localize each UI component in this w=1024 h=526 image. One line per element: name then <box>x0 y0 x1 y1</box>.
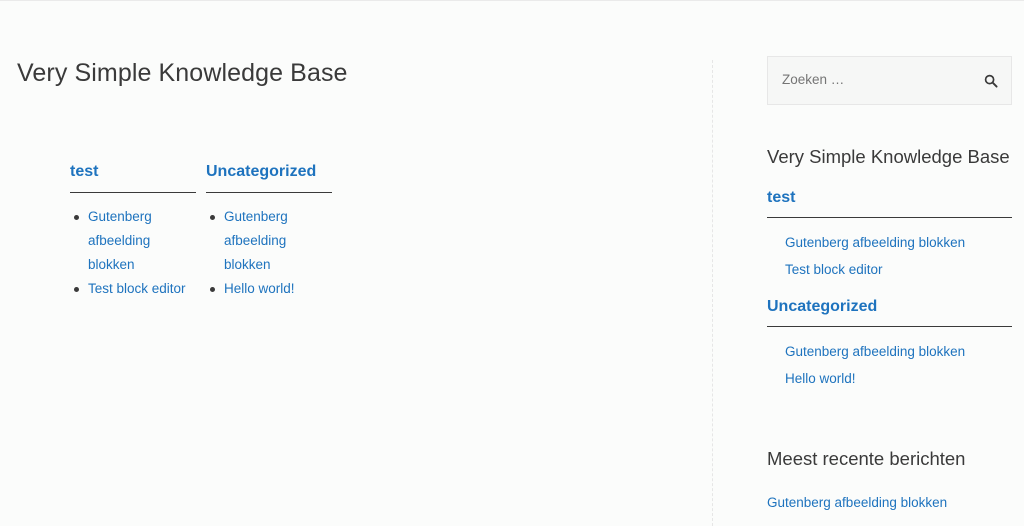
search-input[interactable] <box>782 72 972 87</box>
kb-category-title-link[interactable]: test <box>70 160 196 193</box>
main-content: Very Simple Knowledge Base test Gutenber… <box>0 0 712 526</box>
sidebar-category-title-link[interactable]: test <box>767 187 1012 218</box>
recent-post-link[interactable]: Gutenberg afbeelding blokken <box>767 495 947 510</box>
sidebar-category-title-link[interactable]: Uncategorized <box>767 296 1012 327</box>
post-link[interactable]: Test block editor <box>785 262 883 277</box>
page-title: Very Simple Knowledge Base <box>17 59 348 87</box>
search-icon[interactable] <box>984 74 998 88</box>
post-link[interactable]: Gutenberg afbeelding blokken <box>88 209 152 272</box>
sidebar-category-test: test Gutenberg afbeelding blokken Test b… <box>767 187 1012 283</box>
bullet-icon <box>210 287 215 292</box>
post-link[interactable]: Test block editor <box>88 281 186 296</box>
list-item: Gutenberg afbeelding blokken <box>70 205 196 277</box>
list-item: Gutenberg afbeelding blokken <box>767 229 1012 256</box>
sidebar: Very Simple Knowledge Base test Gutenber… <box>767 0 1012 526</box>
post-link[interactable]: Hello world! <box>785 371 856 386</box>
post-link[interactable]: Gutenberg afbeelding blokken <box>785 344 965 359</box>
list-item: Test block editor <box>767 256 1012 283</box>
kb-category-title-link[interactable]: Uncategorized <box>206 160 332 193</box>
sidebar-post-list: Gutenberg afbeelding blokken Hello world… <box>767 338 1012 392</box>
kb-widget-title: Very Simple Knowledge Base <box>767 146 1010 167</box>
kb-category-uncategorized: Uncategorized Gutenberg afbeelding blokk… <box>206 160 332 301</box>
recent-posts-title: Meest recente berichten <box>767 448 966 469</box>
search-form <box>767 56 1012 105</box>
post-link[interactable]: Hello world! <box>224 281 295 296</box>
bullet-icon <box>210 215 215 220</box>
bullet-icon <box>74 287 79 292</box>
kb-post-list: Gutenberg afbeelding blokken Hello world… <box>206 205 332 301</box>
kb-post-list: Gutenberg afbeelding blokken Test block … <box>70 205 196 301</box>
post-link[interactable]: Gutenberg afbeelding blokken <box>224 209 288 272</box>
list-item: Gutenberg afbeelding blokken <box>767 338 1012 365</box>
list-item: Hello world! <box>206 277 332 301</box>
post-link[interactable]: Gutenberg afbeelding blokken <box>785 235 965 250</box>
sidebar-category-uncategorized: Uncategorized Gutenberg afbeelding blokk… <box>767 296 1012 392</box>
sidebar-post-list: Gutenberg afbeelding blokken Test block … <box>767 229 1012 283</box>
list-item: Test block editor <box>70 277 196 301</box>
list-item: Gutenberg afbeelding blokken <box>206 205 332 277</box>
list-item: Hello world! <box>767 365 1012 392</box>
bullet-icon <box>74 215 79 220</box>
sidebar-divider <box>712 60 713 526</box>
kb-category-test: test Gutenberg afbeelding blokken Test b… <box>70 160 196 301</box>
